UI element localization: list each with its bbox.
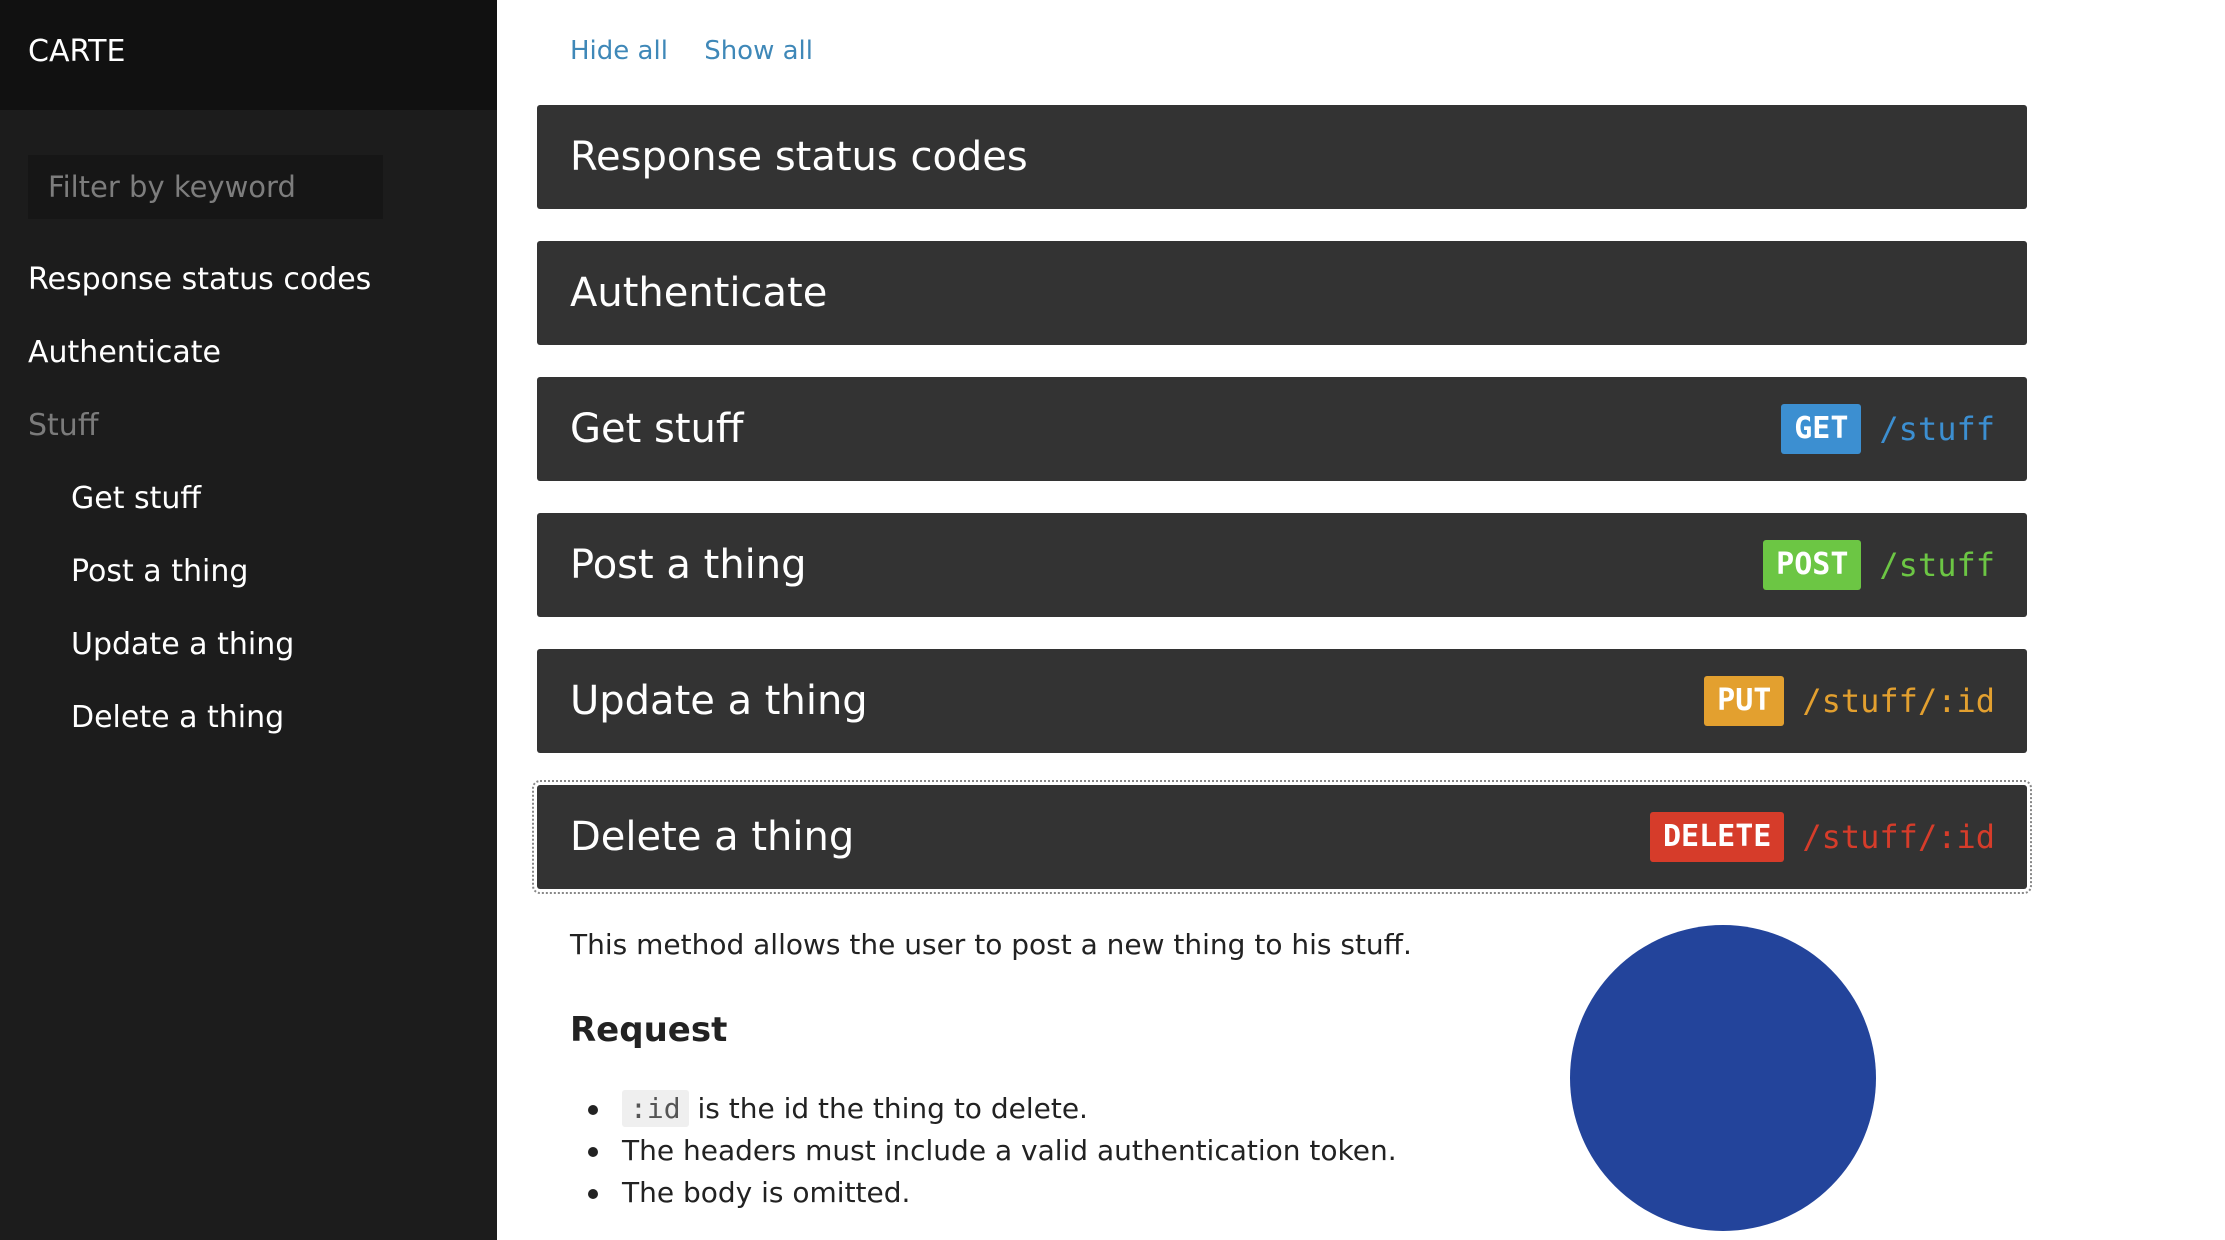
hide-all-link[interactable]: Hide all (570, 36, 668, 66)
list-item: The headers must include a valid authent… (588, 1130, 1522, 1172)
panel-get-stuff[interactable]: Get stuff GET /stuff (537, 377, 2027, 481)
panel-title: Delete a thing (570, 814, 855, 860)
sidebar-item-post-a-thing[interactable]: Post a thing (0, 550, 497, 623)
list-item-text: is the id the thing to delete. (688, 1092, 1088, 1125)
sidebar-item-response-status-codes[interactable]: Response status codes (0, 258, 497, 331)
panel-title: Response status codes (570, 134, 1028, 180)
endpoint: DELETE /stuff/:id (1649, 810, 1995, 864)
method-badge: DELETE (1649, 812, 1785, 862)
list-item-text: The headers must include a valid authent… (622, 1134, 1397, 1167)
endpoint-path: /stuff (1879, 546, 1995, 584)
panel-detail: This method allows the user to post a ne… (570, 928, 1412, 1209)
endpoint: POST /stuff (1763, 538, 1995, 592)
method-description: This method allows the user to post a ne… (570, 928, 1412, 961)
panel-post-a-thing[interactable]: Post a thing POST /stuff (537, 513, 2027, 617)
sidebar-group-stuff[interactable]: Stuff (0, 404, 497, 477)
panel-title: Authenticate (570, 270, 828, 316)
panel-title: Update a thing (570, 678, 868, 724)
inline-code: :id (622, 1090, 689, 1127)
kinin-logo (1570, 925, 1876, 1231)
sidebar-item-delete-a-thing[interactable]: Delete a thing (0, 696, 497, 769)
app-title: CARTE (0, 0, 497, 110)
list-item-text: The body is omitted. (622, 1176, 911, 1209)
list-item: :id is the id the thing to delete. (588, 1088, 1522, 1130)
panel-title: Get stuff (570, 406, 744, 452)
panel-title: Post a thing (570, 542, 807, 588)
endpoint: PUT /stuff/:id (1704, 674, 1995, 728)
show-all-link[interactable]: Show all (704, 36, 813, 66)
panel-response-status-codes[interactable]: Response status codes (537, 105, 2027, 209)
sidebar-item-authenticate[interactable]: Authenticate (0, 331, 497, 404)
endpoint-path: /stuff/:id (1802, 818, 1995, 856)
panel-authenticate[interactable]: Authenticate (537, 241, 2027, 345)
method-badge: GET (1781, 404, 1862, 454)
list-item: The body is omitted. (588, 1172, 1522, 1214)
sidebar: CARTE Response status codes Authenticate… (0, 0, 497, 1240)
panel-update-a-thing[interactable]: Update a thing PUT /stuff/:id (537, 649, 2027, 753)
method-badge: POST (1763, 540, 1862, 590)
endpoint-path: /stuff/:id (1802, 682, 1995, 720)
method-badge: PUT (1704, 676, 1785, 726)
endpoint-path: /stuff (1879, 410, 1995, 448)
endpoint: GET /stuff (1781, 402, 1995, 456)
sidebar-nav: Response status codes Authenticate Stuff… (0, 258, 497, 769)
sidebar-item-get-stuff[interactable]: Get stuff (0, 477, 497, 550)
request-list: :id is the id the thing to delete. The h… (588, 1088, 1522, 1214)
toggle-links: Hide all Show all (570, 36, 841, 66)
panel-delete-a-thing[interactable]: Delete a thing DELETE /stuff/:id (532, 780, 2032, 894)
sidebar-item-update-a-thing[interactable]: Update a thing (0, 623, 497, 696)
filter-input[interactable] (28, 155, 383, 219)
request-heading: Request (570, 1010, 728, 1050)
